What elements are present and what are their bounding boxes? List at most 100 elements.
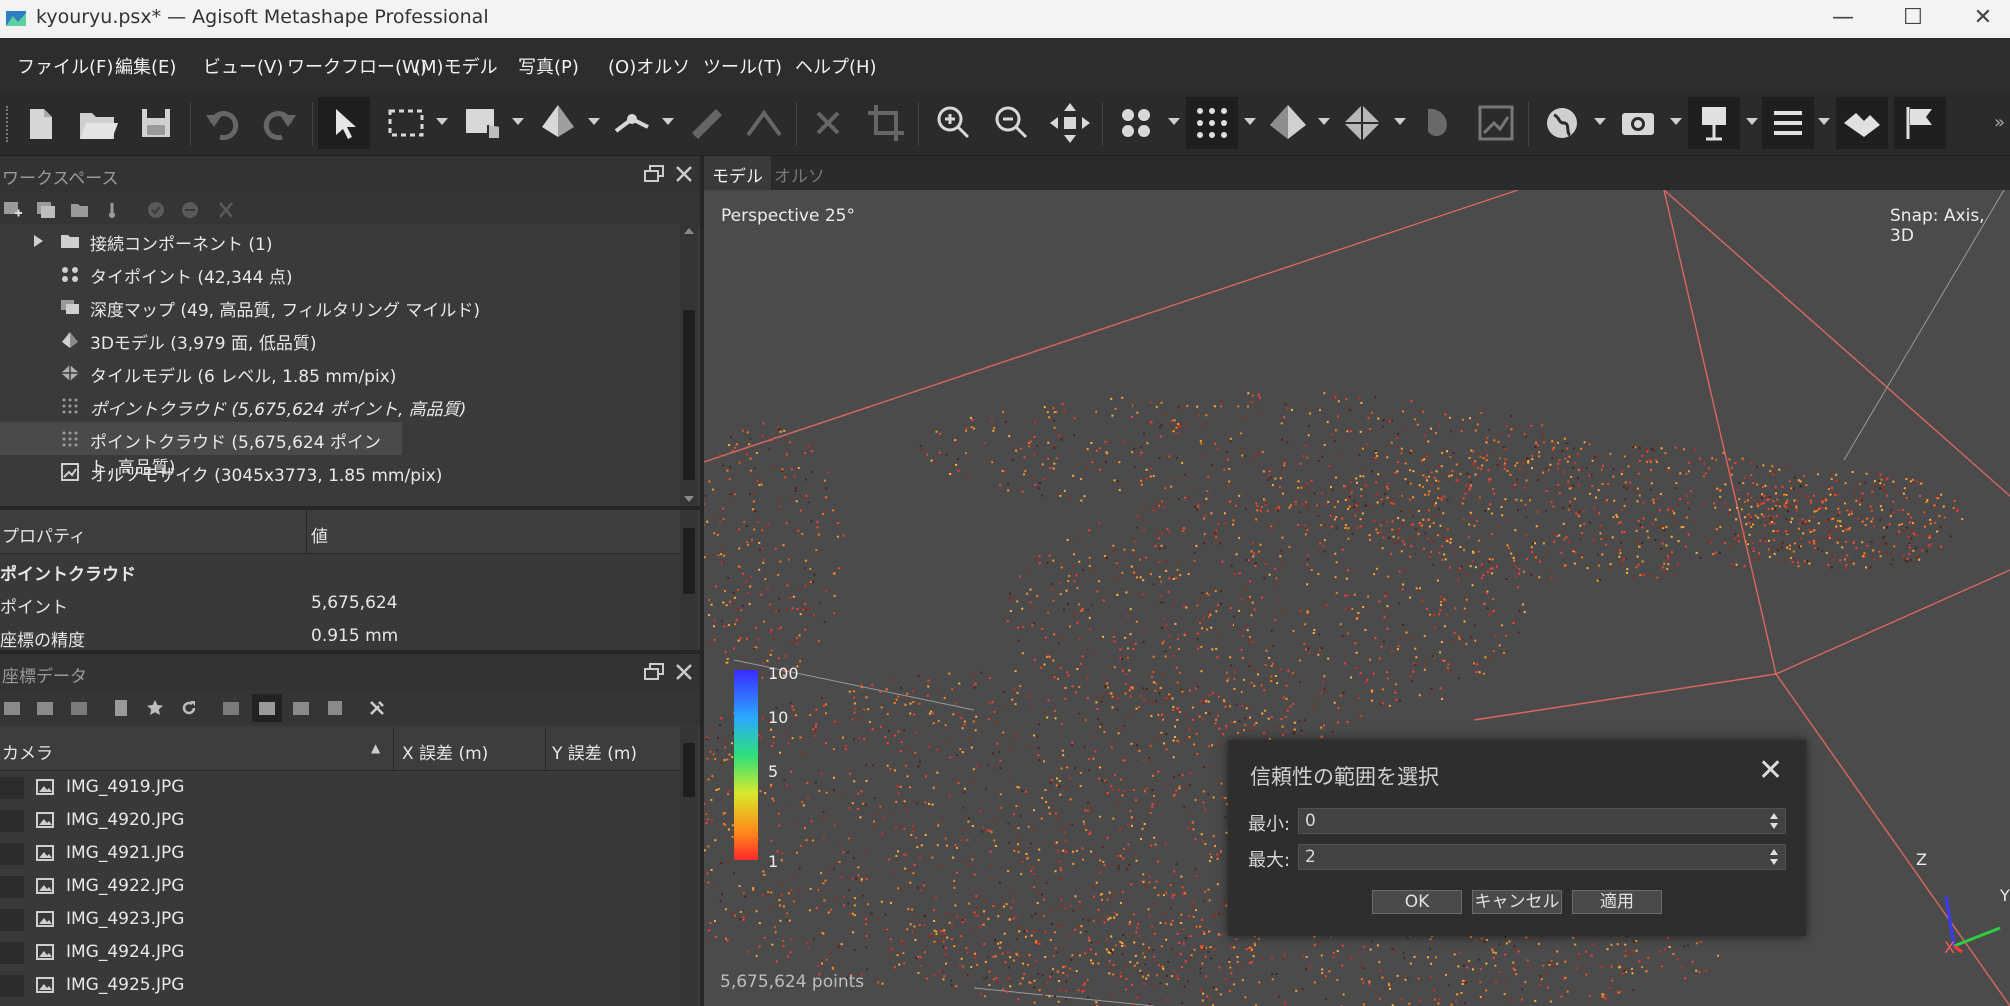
rectangle-selection-icon[interactable] [380, 97, 432, 149]
table-row[interactable]: IMG_4923.JPG [0, 903, 680, 936]
table-row[interactable]: IMG_4922.JPG [0, 870, 680, 903]
scroll-thumb[interactable] [683, 743, 695, 797]
x-error-column-header[interactable]: X 誤差 (m) [402, 739, 488, 764]
undo-icon[interactable] [196, 97, 248, 149]
toolbar-overflow-icon[interactable]: » [1994, 112, 2005, 133]
maximize-button[interactable]: ☐ [1878, 0, 1948, 38]
expand-arrow-icon[interactable] [32, 234, 44, 248]
show-points-icon[interactable] [1186, 97, 1238, 149]
transform-dropdown-icon[interactable] [588, 118, 600, 125]
ok-button[interactable]: OK [1372, 890, 1462, 914]
zoom-out-icon[interactable] [986, 97, 1038, 149]
disable-icon[interactable] [180, 201, 200, 219]
model-dropdown-icon[interactable] [1318, 118, 1330, 125]
menu-edit[interactable]: 編集(E) [115, 53, 176, 79]
menu-photo[interactable]: 写真(P) [518, 53, 579, 79]
camera-checkbox[interactable] [0, 975, 24, 997]
angle-icon[interactable] [738, 97, 790, 149]
tiled-model-icon[interactable] [1336, 97, 1388, 149]
camera-checkbox[interactable] [0, 876, 24, 898]
redo-icon[interactable] [254, 97, 306, 149]
tree-item-point-cloud-2[interactable]: ポイントクラウド (5,675,624 ポイント, 高品質) [0, 422, 402, 478]
spinner-arrows-icon[interactable] [1769, 848, 1779, 866]
video-dropdown-icon[interactable] [1746, 118, 1758, 125]
ruler-tool-icon[interactable] [606, 97, 658, 149]
close-window-button[interactable]: ✕ [1948, 0, 2010, 38]
reset-view-icon[interactable] [1044, 97, 1096, 149]
cancel-button[interactable]: キャンセル [1472, 890, 1562, 914]
globe-dropdown-icon[interactable] [1594, 118, 1606, 125]
y-error-column-header[interactable]: Y 誤差 (m) [552, 739, 637, 764]
refresh-icon[interactable] [180, 699, 198, 717]
max-spinbox[interactable]: 2 [1298, 844, 1786, 870]
lines-dropdown-icon[interactable] [1818, 118, 1830, 125]
tree-item-components[interactable]: 接続コンポーネント (1) [0, 224, 680, 257]
table-row[interactable]: IMG_4924.JPG [0, 936, 680, 969]
model-shaded-icon[interactable] [1262, 97, 1314, 149]
properties-scrollbar[interactable] [680, 510, 698, 650]
globe-icon[interactable] [1536, 97, 1588, 149]
camera-checkbox[interactable] [0, 777, 24, 799]
save-icon[interactable] [130, 97, 182, 149]
view-errors-icon[interactable] [292, 699, 310, 717]
view-source-icon[interactable] [222, 699, 240, 717]
menu-tools[interactable]: ツール(T) [703, 53, 782, 79]
table-row[interactable]: IMG_4921.JPG [0, 837, 680, 870]
delete-icon[interactable] [802, 97, 854, 149]
spinner-arrows-icon[interactable] [1769, 812, 1779, 830]
toolbar-grip[interactable] [6, 106, 10, 142]
apply-button[interactable]: 適用 [1572, 890, 1662, 914]
tiled-dropdown-icon[interactable] [1394, 118, 1406, 125]
enable-icon[interactable] [146, 201, 166, 219]
add-marker-icon[interactable] [104, 201, 124, 219]
star-icon[interactable] [146, 699, 164, 717]
new-document-icon[interactable] [14, 97, 66, 149]
handshake-icon[interactable] [1836, 97, 1888, 149]
ruler-dropdown-icon[interactable] [662, 118, 674, 125]
video-camera-icon[interactable] [1688, 97, 1740, 149]
camera-checkbox[interactable] [0, 843, 24, 865]
menu-model[interactable]: (M)モデル [414, 53, 498, 79]
open-folder-icon[interactable] [72, 97, 124, 149]
scroll-thumb[interactable] [683, 310, 695, 480]
tree-item-depth-maps[interactable]: 深度マップ (49, 高品質, フィルタリング マイルド) [0, 290, 680, 323]
measure-icon[interactable] [680, 97, 732, 149]
camera-checkbox[interactable] [0, 942, 24, 964]
shapes-icon[interactable] [1412, 97, 1464, 149]
add-chunk-icon[interactable] [3, 201, 23, 219]
export-reference-icon[interactable] [36, 699, 54, 717]
show-cameras-icon[interactable] [1110, 97, 1162, 149]
camera-list-scrollbar[interactable] [680, 727, 698, 1006]
table-row[interactable]: IMG_4925.JPG [0, 969, 680, 1002]
orthomosaic-view-icon[interactable] [1470, 97, 1522, 149]
dialog-close-button[interactable]: ✕ [1758, 756, 1783, 786]
menu-ortho[interactable]: (O)オルソ [608, 53, 690, 79]
sort-ascending-icon[interactable]: ▲ [371, 741, 380, 755]
minimize-button[interactable]: — [1808, 0, 1878, 38]
clear-reference-icon[interactable] [70, 699, 88, 717]
table-row[interactable]: IMG_4919.JPG [0, 771, 680, 804]
view-variance-icon[interactable] [326, 699, 344, 717]
float-panel-icon[interactable] [643, 164, 665, 184]
move-region-icon[interactable] [458, 97, 510, 149]
menu-file[interactable]: ファイル(F) [17, 53, 113, 79]
add-photos-icon[interactable] [36, 201, 56, 219]
cameras-dropdown-icon[interactable] [1168, 118, 1180, 125]
scroll-thumb[interactable] [683, 528, 695, 594]
close-panel-icon[interactable] [674, 164, 694, 184]
table-row[interactable]: IMG_4920.JPG [0, 804, 680, 837]
min-spinbox[interactable]: 0 [1298, 808, 1786, 834]
selection-dropdown-icon[interactable] [436, 118, 448, 125]
tree-item-tiled-model[interactable]: タイルモデル (6 レベル, 1.85 mm/pix) [0, 356, 680, 389]
navigation-cursor-icon[interactable] [318, 97, 370, 149]
view-estimated-icon[interactable] [258, 699, 276, 717]
add-folder-icon[interactable] [70, 201, 90, 219]
float-panel-icon[interactable] [643, 662, 665, 682]
camera-checkbox[interactable] [0, 810, 24, 832]
tree-item-orthomosaic[interactable]: オルソモザイク (3045x3773, 1.85 mm/pix) [0, 455, 680, 488]
camera-capture-icon[interactable] [1612, 97, 1664, 149]
property-column-header[interactable]: プロパティ [2, 522, 86, 547]
menu-lines-icon[interactable] [1762, 97, 1814, 149]
region-dropdown-icon[interactable] [512, 118, 524, 125]
workspace-scrollbar[interactable] [680, 224, 698, 506]
